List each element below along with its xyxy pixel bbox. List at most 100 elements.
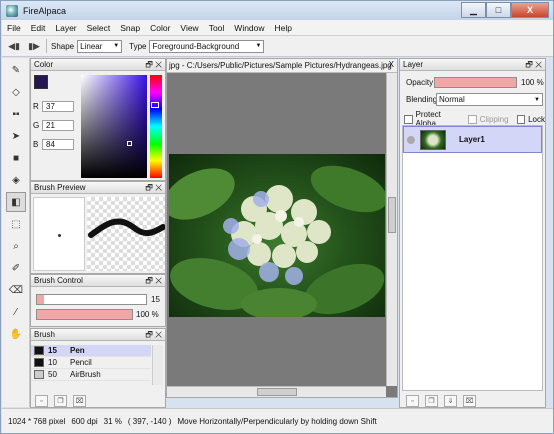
chevron-down-icon: ▼	[255, 43, 262, 49]
brush-list-scrollbar[interactable]	[152, 345, 163, 385]
zoom-status: 31 %	[103, 416, 122, 426]
document-tab[interactable]: jpg - C:/Users/Public/Pictures/Sample Pi…	[167, 59, 397, 73]
duplicate-layer-icon[interactable]: ❐	[425, 395, 438, 407]
menu-view[interactable]: View	[175, 23, 203, 33]
panel-controls-icon[interactable]: 🗗 ✕	[145, 59, 162, 73]
shape-select[interactable]: Linear ▼	[77, 39, 123, 53]
g-input[interactable]: 21	[42, 120, 74, 131]
r-input[interactable]: 37	[42, 101, 74, 112]
type-label: Type	[129, 41, 147, 51]
color-panel: Color 🗗 ✕ R 37 G 21 B 84	[30, 58, 166, 181]
coordinates-status: ( 397, -140 )	[127, 416, 172, 426]
select-eraser-tool-icon[interactable]: ⌫	[6, 280, 26, 300]
brush-opacity-slider[interactable]	[36, 309, 133, 320]
minimize-button[interactable]: ▁	[461, 2, 486, 18]
new-brush-icon[interactable]: ▫	[35, 395, 48, 407]
visibility-eye-icon[interactable]	[407, 135, 415, 144]
move-tool-icon[interactable]: ➤	[6, 126, 26, 146]
bucket-tool-icon[interactable]: ◈	[6, 170, 26, 190]
canvas-vertical-scrollbar[interactable]	[386, 73, 397, 386]
duplicate-brush-icon[interactable]: ❐	[54, 395, 67, 407]
menu-select[interactable]: Select	[82, 23, 116, 33]
brush-control-panel: Brush Control 🗗 ✕ 15 100 %	[30, 274, 166, 327]
r-label: R	[33, 102, 39, 111]
window-title: FireAlpaca	[23, 5, 67, 16]
app-icon	[6, 4, 18, 17]
tool-options-bar: ◀▮ ▮▶ Shape Linear ▼ Type Foreground-Back…	[2, 36, 553, 57]
canvas-size-status: 1024 * 768 pixel	[8, 416, 66, 426]
pen-tool-icon[interactable]: ✎	[6, 60, 26, 80]
brush-item-pencil[interactable]: 10 Pencil	[31, 357, 151, 369]
type-value: Foreground-Background	[152, 41, 240, 51]
brush-item-airbrush[interactable]: 50 AirBrush	[31, 369, 151, 381]
menu-layer[interactable]: Layer	[50, 23, 81, 33]
clipping-checkbox[interactable]	[468, 114, 477, 124]
delete-brush-icon[interactable]: ⌧	[73, 395, 86, 407]
panel-controls-icon[interactable]: 🗗 ✕	[145, 329, 162, 343]
gradient-tool-icon[interactable]: ◧	[6, 192, 26, 212]
brush-swatch	[34, 358, 44, 367]
menu-snap[interactable]: Snap	[115, 23, 145, 33]
menu-color[interactable]: Color	[145, 23, 175, 33]
zoom-tool-icon[interactable]: ⌕	[6, 236, 26, 256]
layer-opacity-value: 100 %	[521, 78, 544, 87]
previous-icon[interactable]: ◀▮	[6, 39, 22, 53]
foreground-color-swatch[interactable]	[34, 75, 48, 89]
lock-checkbox[interactable]	[516, 114, 526, 124]
type-select[interactable]: Foreground-Background ▼	[149, 39, 265, 53]
saturation-value-picker[interactable]	[81, 75, 147, 178]
layer-list: Layer1	[402, 125, 543, 391]
close-button[interactable]: X	[511, 2, 549, 18]
eraser-tool-icon[interactable]: ◇	[6, 82, 26, 102]
b-input[interactable]: 84	[42, 139, 74, 150]
layer-name: Layer1	[459, 135, 485, 144]
maximize-button[interactable]: □	[486, 2, 511, 18]
menu-edit[interactable]: Edit	[26, 23, 51, 33]
brush-control-title: Brush Control	[34, 276, 83, 285]
shape-label: Shape	[51, 41, 75, 51]
layer-opacity-slider[interactable]	[434, 77, 517, 88]
next-icon[interactable]: ▮▶	[26, 39, 42, 53]
brush-panel-title: Brush	[34, 330, 55, 339]
blending-select[interactable]: Normal ▼	[436, 93, 543, 106]
menu-help[interactable]: Help	[270, 23, 297, 33]
select-tool-icon[interactable]: ⬚	[6, 214, 26, 234]
brush-item-pen[interactable]: 15 Pen	[31, 345, 151, 357]
fill-tool-icon[interactable]: ■	[6, 148, 26, 168]
hue-slider[interactable]	[150, 75, 162, 178]
brush-size-slider[interactable]	[36, 294, 147, 305]
layer-row-layer1[interactable]: Layer1	[403, 126, 542, 153]
protect-alpha-checkbox[interactable]	[404, 114, 413, 124]
panel-controls-icon[interactable]: 🗗 ✕	[525, 59, 542, 73]
layer-panel-title: Layer	[403, 60, 424, 69]
title-bar: FireAlpaca ▁ □ X	[1, 1, 553, 20]
chevron-down-icon: ▼	[534, 96, 540, 103]
status-bar: 1024 * 768 pixel 600 dpi 31 % ( 397, -14…	[2, 408, 553, 433]
brush-list: 15 Pen 10 Pencil 50 AirBrush	[31, 345, 151, 381]
chevron-down-icon: ▼	[113, 43, 120, 49]
menu-file[interactable]: File	[2, 23, 26, 33]
brush-stroke-preview	[87, 197, 166, 271]
app-window: FireAlpaca ▁ □ X File Edit Layer Select …	[0, 0, 554, 434]
blending-label: Blending	[406, 95, 438, 104]
canvas-image[interactable]	[169, 154, 385, 317]
new-layer-icon[interactable]: ▫	[406, 395, 419, 407]
panel-controls-icon[interactable]: 🗗 ✕	[145, 182, 162, 196]
color-panel-header: Color 🗗 ✕	[31, 59, 165, 71]
dpi-status: 600 dpi	[71, 416, 98, 426]
panel-controls-icon[interactable]: 🗗 ✕	[145, 275, 162, 289]
layer-panel: Layer 🗗 ✕ Opacity 100 % Blending Normal ▼ …	[399, 58, 546, 408]
dots-tool-icon[interactable]: ▪▪	[6, 104, 26, 124]
merge-layer-icon[interactable]: ⇓	[444, 395, 457, 407]
brush-tip-preview	[33, 197, 85, 271]
select-pen-tool-icon[interactable]: ✐	[6, 258, 26, 278]
eyedropper-tool-icon[interactable]: ⁄	[6, 302, 26, 322]
hint-status: Move Horizontally/Perpendicularly by hol…	[177, 416, 377, 426]
menu-window[interactable]: Window	[229, 23, 269, 33]
brush-panel: Brush 🗗 ✕ 15 Pen 10 Pencil 50 AirBrush ▫ ❐ ⌧	[30, 328, 166, 408]
hand-tool-icon[interactable]: ✋	[6, 324, 26, 344]
menu-tool[interactable]: Tool	[204, 23, 230, 33]
canvas-horizontal-scrollbar[interactable]	[167, 386, 386, 397]
close-document-icon[interactable]: X	[389, 60, 394, 69]
delete-layer-icon[interactable]: ⌧	[463, 395, 476, 407]
